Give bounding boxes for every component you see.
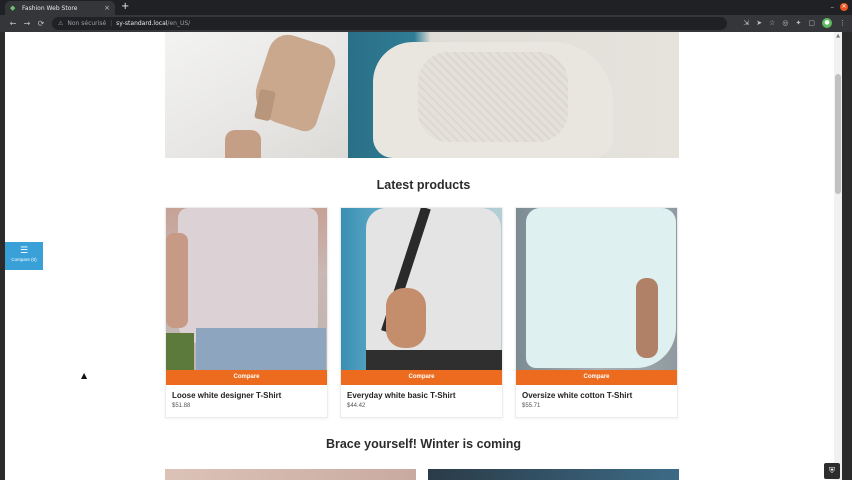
winter-product-image[interactable]	[428, 469, 679, 480]
product-card[interactable]: Compare Oversize white cotton T-Shirt $5…	[515, 207, 678, 418]
vertical-scrollbar[interactable]: ▲	[834, 32, 842, 480]
compare-button[interactable]: Compare	[166, 370, 327, 385]
product-name[interactable]: Oversize white cotton T-Shirt	[522, 391, 632, 400]
list-icon: ☰	[19, 246, 29, 256]
send-icon[interactable]: ➤	[756, 17, 762, 29]
url-separator: |	[110, 20, 113, 27]
product-price: $44.42	[347, 403, 366, 409]
product-price: $55.71	[522, 403, 541, 409]
compare-count-label: Compare (0)	[11, 257, 37, 262]
product-card[interactable]: Compare Loose white designer T-Shirt $51…	[165, 207, 328, 418]
window-close-icon[interactable]: ✕	[840, 3, 848, 11]
url-host: sy-standard.local	[116, 20, 168, 27]
window-controls: – ✕	[831, 3, 848, 11]
tshirt-shape	[178, 208, 318, 343]
scroll-up-icon[interactable]: ▲	[834, 32, 842, 40]
menu-kebab-icon[interactable]: ⋮	[839, 17, 846, 29]
winter-product-image[interactable]	[165, 469, 416, 480]
arm-shape	[636, 278, 658, 358]
mouse-cursor-icon: ▲	[81, 371, 88, 380]
hero-banner[interactable]	[165, 32, 679, 158]
foliage-shape	[166, 333, 194, 370]
toolbar-icons: ⇲ ➤ ☆ ◎ ✦ ▢ ● ⋮	[743, 17, 846, 29]
jeans-shape	[196, 328, 326, 370]
tab-title: Fashion Web Store	[22, 4, 78, 12]
address-bar[interactable]: ⚠ Non sécurisé | sy-standard.local /en_U…	[52, 17, 727, 30]
back-icon[interactable]: ←	[6, 19, 20, 28]
latest-products-heading: Latest products	[376, 178, 471, 192]
url-path: /en_US/	[167, 20, 191, 27]
browser-toolbar: ← → ⟳ ⚠ Non sécurisé | sy-standard.local…	[0, 15, 852, 32]
arm-shape	[166, 233, 188, 328]
forward-icon[interactable]: →	[20, 19, 34, 28]
product-image[interactable]	[341, 208, 502, 370]
side-panel-icon[interactable]: ▢	[808, 17, 815, 29]
sweater-knit-texture	[418, 52, 568, 142]
bookmark-star-icon[interactable]: ☆	[769, 17, 775, 29]
reload-icon[interactable]: ⟳	[34, 19, 48, 28]
compare-button[interactable]: Compare	[516, 370, 677, 385]
install-icon[interactable]: ⇲	[743, 17, 749, 29]
extensions-puzzle-icon[interactable]: ✦	[796, 17, 802, 29]
minimize-icon[interactable]: –	[831, 3, 835, 11]
product-image[interactable]	[166, 208, 327, 370]
scrollbar-thumb[interactable]	[835, 74, 841, 194]
product-name[interactable]: Everyday white basic T-Shirt	[347, 391, 455, 400]
second-boot-shape	[225, 130, 261, 158]
hero-image-boots	[165, 32, 348, 158]
compare-sidebar-tab[interactable]: ☰ Compare (0)	[5, 242, 43, 270]
arm-shape	[386, 288, 426, 348]
product-image[interactable]	[516, 208, 677, 370]
product-name[interactable]: Loose white designer T-Shirt	[172, 391, 281, 400]
profile-avatar[interactable]: ●	[822, 18, 832, 28]
product-price: $51.88	[172, 403, 191, 409]
extension-circle-icon[interactable]: ◎	[782, 17, 788, 29]
shield-icon[interactable]: ⛨	[824, 463, 840, 479]
product-card[interactable]: Compare Everyday white basic T-Shirt $44…	[340, 207, 503, 418]
insecure-label: Non sécurisé	[67, 20, 107, 27]
tab-close-icon[interactable]: ×	[104, 4, 110, 12]
tab-favicon-icon: ◆	[10, 3, 16, 12]
new-tab-button[interactable]: +	[121, 1, 129, 13]
insecure-warning-icon[interactable]: ⚠	[58, 20, 63, 27]
hero-image-sweater	[348, 32, 679, 158]
browser-tab[interactable]: ◆ Fashion Web Store ×	[5, 1, 115, 15]
belt-shape	[366, 350, 502, 370]
compare-button[interactable]: Compare	[341, 370, 502, 385]
winter-heading: Brace yourself! Winter is coming	[325, 437, 522, 451]
page-viewport: Latest products Compare Loose white desi…	[5, 32, 842, 480]
tab-bar: ◆ Fashion Web Store × + – ✕	[0, 0, 852, 15]
